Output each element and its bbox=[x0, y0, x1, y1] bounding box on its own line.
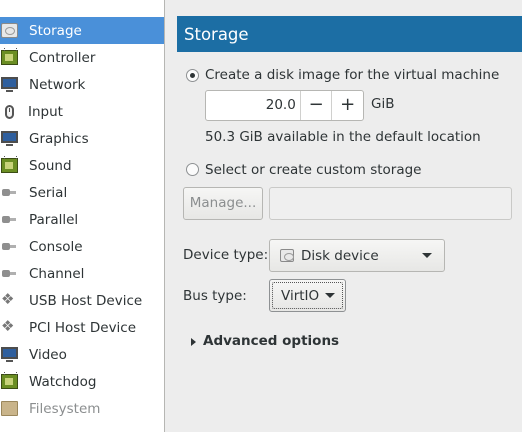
console-plug-icon bbox=[1, 239, 18, 254]
advanced-options-expander[interactable]: Advanced options bbox=[203, 333, 339, 349]
sidebar-item-label: Storage bbox=[29, 22, 82, 39]
custom-storage-path-input[interactable] bbox=[269, 187, 512, 220]
device-type-label: Device type: bbox=[183, 247, 269, 263]
decrement-button[interactable]: − bbox=[299, 91, 332, 120]
sidebar-item-usb-host-device[interactable]: USB Host Device bbox=[0, 287, 164, 314]
sidebar-item-filesystem: Filesystem bbox=[0, 395, 164, 422]
sidebar-item-channel[interactable]: Channel bbox=[0, 260, 164, 287]
sidebar-item-console[interactable]: Console bbox=[0, 233, 164, 260]
sidebar-item-storage[interactable]: Storage bbox=[0, 17, 164, 44]
bus-type-dropdown[interactable]: VirtIO bbox=[269, 279, 346, 312]
mouse-icon bbox=[5, 104, 14, 119]
chip-icon bbox=[1, 48, 18, 65]
expander-arrow-icon[interactable] bbox=[191, 338, 196, 346]
custom-storage-radio[interactable] bbox=[186, 163, 199, 176]
sound-card-icon bbox=[1, 156, 18, 173]
channel-plug-icon bbox=[1, 266, 18, 281]
sidebar-item-label: USB Host Device bbox=[29, 292, 143, 309]
sidebar-item-label: Sound bbox=[29, 157, 72, 174]
sidebar-item-controller[interactable]: Controller bbox=[0, 44, 164, 71]
sidebar-item-label: Controller bbox=[29, 49, 96, 66]
sidebar-item-label: Parallel bbox=[29, 211, 79, 228]
sidebar-item-watchdog[interactable]: Watchdog bbox=[0, 368, 164, 395]
sidebar-item-graphics[interactable]: Graphics bbox=[0, 125, 164, 152]
sidebar-item-pci-host-device[interactable]: PCI Host Device bbox=[0, 314, 164, 341]
page-title-text: Storage bbox=[184, 24, 249, 44]
manage-button[interactable]: Manage... bbox=[183, 187, 263, 220]
custom-storage-label[interactable]: Select or create custom storage bbox=[205, 162, 421, 178]
device-type-dropdown[interactable]: Disk device bbox=[269, 239, 445, 272]
watchdog-chip-icon bbox=[1, 372, 18, 389]
sidebar-item-sound[interactable]: Sound bbox=[0, 152, 164, 179]
network-icon bbox=[1, 77, 18, 92]
bus-type-label: Bus type: bbox=[183, 288, 247, 304]
hardware-sidebar: Storage Controller Network Input Graphic… bbox=[0, 0, 165, 432]
sidebar-item-label: Input bbox=[28, 103, 63, 120]
sidebar-item-label: Network bbox=[29, 76, 86, 93]
sidebar-item-label: Console bbox=[29, 238, 83, 255]
monitor-icon bbox=[1, 131, 18, 146]
disk-size-value[interactable]: 20.0 bbox=[206, 91, 300, 120]
usb-icon bbox=[1, 290, 18, 308]
sidebar-item-label: Video bbox=[29, 346, 67, 363]
sidebar-item-label: Filesystem bbox=[29, 400, 101, 417]
available-space-label: 50.3 GiB available in the default locati… bbox=[205, 129, 481, 145]
pci-icon bbox=[1, 317, 18, 335]
sidebar-item-serial[interactable]: Serial bbox=[0, 179, 164, 206]
video-monitor-icon bbox=[1, 347, 18, 362]
sidebar-item-label: Channel bbox=[29, 265, 85, 282]
sidebar-item-video[interactable]: Video bbox=[0, 341, 164, 368]
sidebar-item-input[interactable]: Input bbox=[0, 98, 164, 125]
create-disk-radio[interactable] bbox=[186, 69, 199, 82]
focus-ring bbox=[272, 282, 343, 309]
parallel-plug-icon bbox=[1, 212, 18, 227]
create-disk-label[interactable]: Create a disk image for the virtual mach… bbox=[205, 67, 499, 83]
serial-plug-icon bbox=[1, 185, 18, 200]
increment-button[interactable]: + bbox=[331, 91, 363, 120]
sidebar-item-label: Serial bbox=[29, 184, 68, 201]
sidebar-item-label: Graphics bbox=[29, 130, 89, 147]
disk-icon bbox=[1, 23, 18, 38]
page-title: Storage bbox=[177, 16, 522, 52]
sidebar-item-network[interactable]: Network bbox=[0, 71, 164, 98]
device-type-value: Disk device bbox=[301, 247, 379, 264]
folder-icon bbox=[1, 401, 18, 416]
sidebar-item-parallel[interactable]: Parallel bbox=[0, 206, 164, 233]
size-unit-label: GiB bbox=[371, 96, 395, 112]
disk-icon bbox=[280, 249, 294, 262]
sidebar-item-label: PCI Host Device bbox=[29, 319, 137, 336]
disk-size-spinner[interactable]: 20.0 − + bbox=[205, 90, 364, 121]
sidebar-item-label: Watchdog bbox=[29, 373, 97, 390]
chevron-down-icon bbox=[422, 253, 432, 258]
